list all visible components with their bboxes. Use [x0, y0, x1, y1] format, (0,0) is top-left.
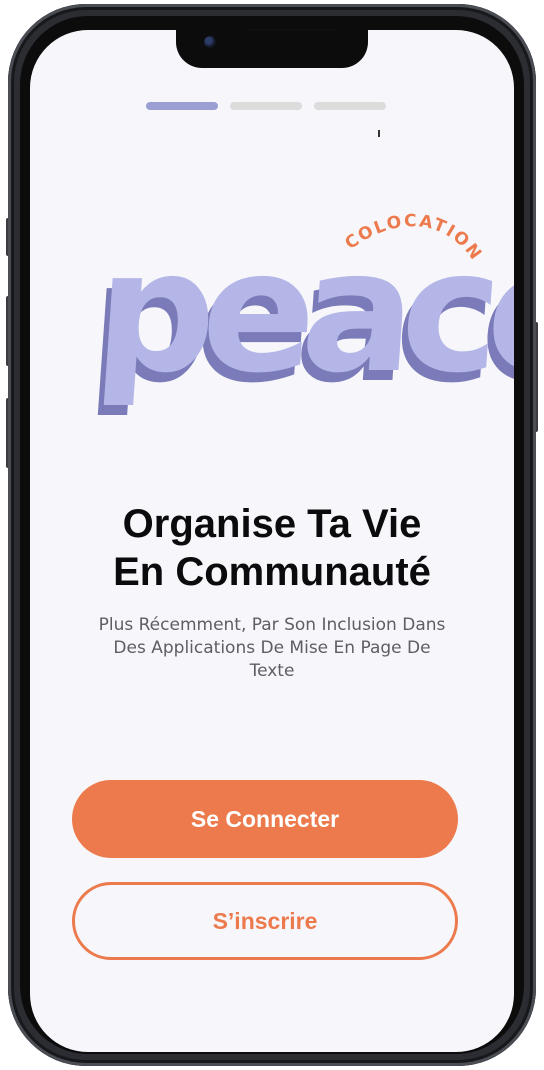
title-line-2: En Communauté — [113, 550, 431, 594]
onboarding-subtitle: Plus Récemment, Par Son Inclusion Dans D… — [98, 615, 446, 681]
login-button[interactable]: Se Connecter — [72, 780, 458, 858]
text-cursor-mark — [378, 130, 380, 137]
progress-step-3 — [314, 102, 386, 110]
onboarding-screen: peace peace COLOCATION Organise Ta Vie E… — [30, 30, 514, 1052]
onboarding-title: Organise Ta Vie En Communauté — [30, 500, 514, 596]
onboarding-progress — [146, 102, 386, 110]
logo-word: peace — [89, 214, 514, 410]
signup-button-label: S’inscrire — [212, 907, 318, 934]
app-logo: peace peace COLOCATION — [82, 200, 514, 430]
login-button-label: Se Connecter — [190, 805, 340, 832]
title-line-1: Organise Ta Vie — [122, 502, 422, 546]
front-camera-icon — [204, 36, 216, 48]
peace-logo-graphic: peace peace COLOCATION — [83, 211, 514, 420]
signup-button[interactable]: S’inscrire — [72, 882, 458, 960]
device-mockup: peace peace COLOCATION Organise Ta Vie E… — [0, 0, 544, 1070]
progress-step-1 — [146, 102, 218, 110]
svg-text:peace: peace — [89, 214, 514, 410]
progress-step-2 — [230, 102, 302, 110]
notch — [176, 30, 368, 68]
